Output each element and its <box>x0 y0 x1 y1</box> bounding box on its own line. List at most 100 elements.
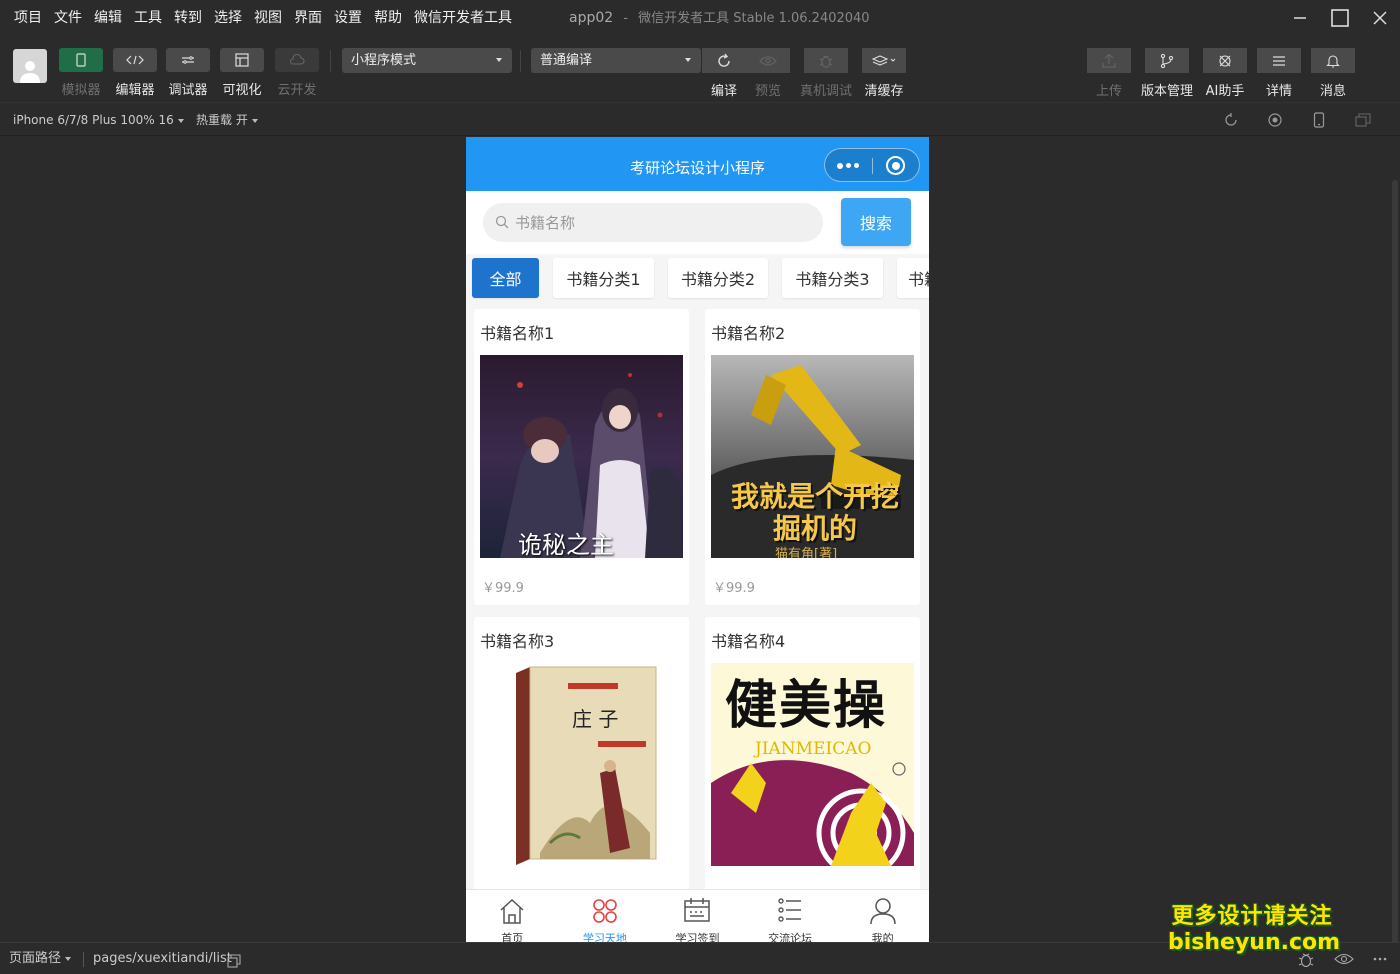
editor-label: 编辑器 <box>115 83 155 98</box>
menu-tools[interactable]: 工具 <box>128 0 168 36</box>
menu-help[interactable]: 帮助 <box>368 0 408 36</box>
menu-view[interactable]: 视图 <box>248 0 288 36</box>
tab-forum[interactable]: 交流论坛 <box>744 890 837 942</box>
menu-devtools[interactable]: 微信开发者工具 <box>408 0 518 36</box>
compile-button[interactable]: 编译 <box>702 48 746 99</box>
list-icon <box>778 898 802 922</box>
category-4[interactable]: 书籍分类4 <box>897 258 929 298</box>
watermark-line2: bisheyun.com <box>1168 930 1341 955</box>
editor-box <box>113 48 157 72</box>
tab-checkin[interactable]: 学习签到 <box>651 890 744 942</box>
cloud-button[interactable]: 云开发 <box>274 48 320 98</box>
status-divider <box>83 952 84 967</box>
mini-program-navbar: 考研论坛设计小程序 <box>466 137 929 191</box>
device-bar-icons <box>1209 103 1385 137</box>
device-select-value: iPhone 6/7/8 Plus 100% 16 <box>13 113 174 127</box>
device-toggle-button[interactable] <box>1297 112 1341 128</box>
book-card[interactable]: 书籍名称4 健美操 JIANMEICAO ￥99.9 <box>705 617 920 913</box>
search-button[interactable]: 搜索 <box>841 198 911 246</box>
rotate-button[interactable] <box>1209 112 1253 128</box>
maximize-button[interactable] <box>1320 0 1360 36</box>
tab-study[interactable]: 学习天地 <box>559 890 652 942</box>
messages-button[interactable]: 消息 <box>1311 48 1355 99</box>
hot-reload-select[interactable]: 热重载 开 <box>196 103 258 137</box>
book-cover-title: 健美操 <box>725 676 888 736</box>
clover-icon <box>593 899 617 923</box>
book-name: 书籍名称1 <box>480 324 555 343</box>
calendar-icon <box>684 898 711 922</box>
version-button[interactable]: 版本管理 <box>1141 48 1193 99</box>
menu-settings[interactable]: 设置 <box>328 0 368 36</box>
book-name: 书籍名称2 <box>711 324 786 343</box>
close-icon <box>1373 11 1387 25</box>
capsule-divider <box>872 158 873 174</box>
category-3[interactable]: 书籍分类3 <box>782 258 883 298</box>
copy-icon <box>227 954 241 968</box>
phone-icon <box>76 53 86 67</box>
menu-select[interactable]: 选择 <box>208 0 248 36</box>
editor-button[interactable]: 编辑器 <box>112 48 158 98</box>
upload-button[interactable]: 上传 <box>1087 48 1131 99</box>
record-button[interactable] <box>1253 112 1297 128</box>
book-price: ￥99.9 <box>482 581 524 596</box>
category-2[interactable]: 书籍分类2 <box>668 258 768 298</box>
device-select[interactable]: iPhone 6/7/8 Plus 100% 16 <box>13 103 184 137</box>
category-all[interactable]: 全部 <box>472 258 539 298</box>
window-title-text: 微信开发者工具 Stable 1.06.2402040 <box>638 11 870 26</box>
menu-goto[interactable]: 转到 <box>168 0 208 36</box>
menu-bar: 项目 文件 编辑 工具 转到 选择 视图 界面 设置 帮助 微信开发者工具 ap… <box>0 0 1400 36</box>
tab-bar: 首页 学习天地 学习签到 交流论坛 我的 <box>466 889 929 942</box>
search-input-wrap <box>483 203 823 242</box>
details-label: 详情 <box>1265 84 1292 99</box>
chevron-down-icon <box>496 58 502 62</box>
visual-button[interactable]: 可视化 <box>219 48 265 98</box>
mode-select[interactable]: 小程序模式 <box>342 48 512 73</box>
close-button[interactable] <box>1360 0 1400 36</box>
menu-file[interactable]: 文件 <box>48 0 88 36</box>
minimize-button[interactable] <box>1280 0 1320 36</box>
debugger-label: 调试器 <box>168 83 208 98</box>
book-price: ￥99.9 <box>713 581 755 596</box>
watermark: 更多设计请关注 bisheyun.com <box>1168 898 1341 955</box>
remote-debug-label: 真机调试 <box>800 84 853 99</box>
avatar[interactable] <box>13 49 47 83</box>
page-path-select[interactable]: 页面路径 <box>9 943 72 974</box>
window-split-button[interactable] <box>1341 113 1385 127</box>
clear-cache-button[interactable]: 清缓存 <box>862 48 906 99</box>
more-dots-icon <box>846 163 851 168</box>
tab-home[interactable]: 首页 <box>466 890 559 942</box>
book-cover-author: 猫有角[著] <box>775 547 838 558</box>
simulator-box <box>59 48 103 72</box>
rotate-icon <box>1225 113 1237 126</box>
preview-button[interactable]: 预览 <box>746 48 790 99</box>
search-input[interactable] <box>515 203 805 242</box>
simulator-button[interactable]: 模拟器 <box>58 48 104 98</box>
category-1[interactable]: 书籍分类1 <box>553 258 654 298</box>
book-card[interactable]: 书籍名称1 诡秘之主 ￥99.9 <box>474 309 689 605</box>
menu-interface[interactable]: 界面 <box>288 0 328 36</box>
preview-box <box>746 48 790 73</box>
remote-debug-button[interactable]: 真机调试 <box>800 48 852 99</box>
ai-button[interactable]: AI助手 <box>1203 48 1247 99</box>
close-target-button[interactable] <box>886 156 905 175</box>
debugger-button[interactable]: 调试器 <box>165 48 211 98</box>
simulator-scrollbar[interactable] <box>1392 180 1398 950</box>
more-button[interactable] <box>837 162 862 169</box>
details-button[interactable]: 详情 <box>1257 48 1301 99</box>
chevron-down-icon <box>251 118 258 123</box>
copy-path-button[interactable] <box>227 953 241 972</box>
book-cover-subtitle: JIANMEICAO <box>755 739 872 759</box>
toolbar: 模拟器 编辑器 调试器 可视化 云开发 小程序模式 普通编译 编译 预览 真机调… <box>0 36 1400 102</box>
book-card[interactable]: 书籍名称2 我就是个开挖掘机的 猫有角[著] ￥99.9 <box>705 309 920 605</box>
version-label: 版本管理 <box>1141 84 1194 99</box>
category-tabs: 全部 书籍分类1 书籍分类2 书籍分类3 书籍分类4 <box>466 254 929 305</box>
menu-edit[interactable]: 编辑 <box>88 0 128 36</box>
book-card[interactable]: 书籍名称3 庄 子 ￥99.9 <box>474 617 689 913</box>
device-bar: iPhone 6/7/8 Plus 100% 16 热重载 开 <box>0 102 1400 136</box>
clear-cache-box <box>862 48 906 73</box>
maximize-icon <box>1331 9 1349 27</box>
menu-project[interactable]: 项目 <box>8 0 48 36</box>
more-button[interactable] <box>1372 951 1388 971</box>
compile-select[interactable]: 普通编译 <box>531 48 701 73</box>
tab-mine[interactable]: 我的 <box>836 890 929 942</box>
